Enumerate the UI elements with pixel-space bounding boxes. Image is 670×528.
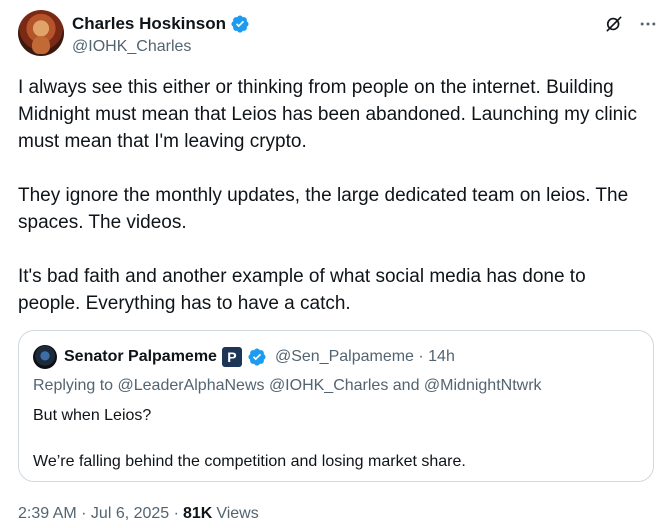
quoted-author-display-name[interactable]: Senator Palpameme — [64, 348, 217, 366]
grok-icon[interactable] — [604, 14, 624, 34]
author-avatar[interactable] — [18, 10, 64, 56]
quoted-tweet-header: Senator Palpameme P @Sen_Palpameme · 14h — [33, 344, 455, 370]
quoted-tweet[interactable]: Senator Palpameme P @Sen_Palpameme · 14h… — [18, 330, 654, 482]
tweet-text: I always see this either or thinking fro… — [18, 77, 637, 314]
author-name-row: Charles Hoskinson — [72, 13, 250, 35]
verified-badge-icon — [248, 348, 266, 366]
views-count: 81K — [182, 505, 213, 522]
tweet: Charles Hoskinson @IOHK_Charles I always… — [0, 0, 670, 528]
more-icon[interactable] — [638, 14, 658, 34]
tweet-meta: 2:39 AM · Jul 6, 2025 · 81K Views — [18, 505, 259, 523]
quoted-author-avatar[interactable] — [33, 345, 57, 369]
tweet-header: Charles Hoskinson @IOHK_Charles — [18, 10, 658, 62]
replying-to: Replying to @LeaderAlphaNews @IOHK_Charl… — [33, 377, 542, 395]
quoted-tweet-text: But when Leios? We’re falling behind the… — [33, 407, 466, 470]
views-label: Views — [216, 505, 259, 522]
replying-to-prefix: Replying to — [33, 377, 118, 394]
author-name-block: Charles Hoskinson @IOHK_Charles — [72, 13, 250, 56]
verified-badge-icon — [231, 15, 249, 33]
quoted-author-handle-time[interactable]: @Sen_Palpameme · 14h — [275, 348, 455, 366]
header-actions — [604, 14, 658, 34]
p-badge-icon: P — [221, 347, 242, 367]
tweet-timestamp[interactable]: 2:39 AM · Jul 6, 2025 · — [18, 505, 179, 523]
replying-to-mentions[interactable]: @LeaderAlphaNews @IOHK_Charles and @Midn… — [118, 377, 542, 394]
author-handle[interactable]: @IOHK_Charles — [72, 38, 250, 56]
author-display-name[interactable]: Charles Hoskinson — [72, 14, 226, 34]
